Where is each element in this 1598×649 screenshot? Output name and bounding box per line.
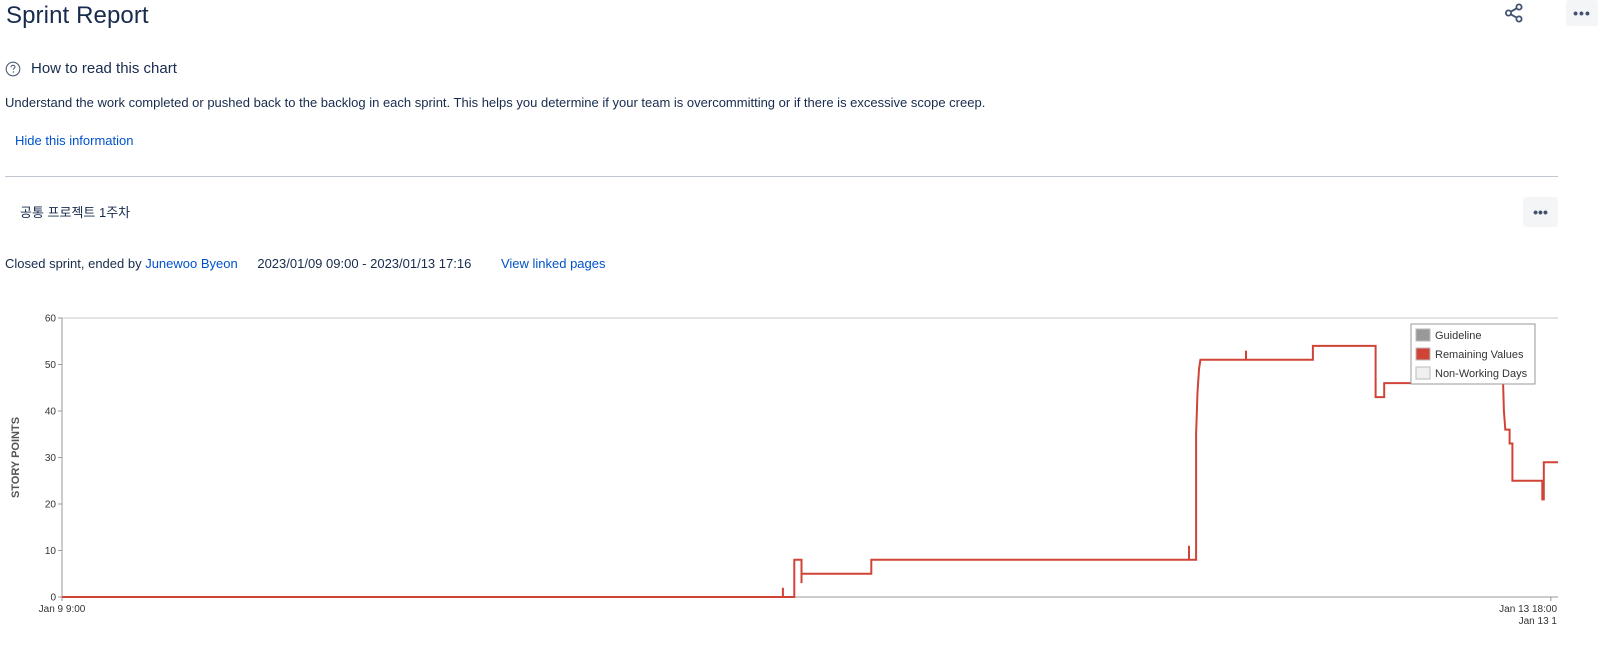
ended-by-link[interactable]: Junewoo Byeon bbox=[145, 256, 238, 271]
chart-legend: Guideline Remaining Values Non-Working Day… bbox=[1410, 323, 1536, 385]
sprint-more-button[interactable]: ••• bbox=[1523, 197, 1558, 227]
legend-swatch bbox=[1415, 347, 1431, 361]
y-tick-label: 50 bbox=[45, 360, 57, 371]
y-tick-label: 30 bbox=[45, 453, 57, 464]
x-axis: Jan 9 9:00 Jan 13 18:00Jan 13 1 bbox=[39, 596, 1558, 627]
remaining-values-line bbox=[62, 344, 1558, 598]
burndown-chart: 0102030405060STORY POINTS Jan 9 9:00 Jan … bbox=[10, 314, 1558, 627]
legend-swatch bbox=[1415, 328, 1431, 342]
legend-swatch bbox=[1415, 366, 1431, 380]
hide-information-link[interactable]: Hide this information bbox=[15, 133, 134, 148]
page-title: Sprint Report bbox=[6, 2, 149, 29]
y-tick-label: 0 bbox=[50, 593, 56, 604]
y-tick-label: 10 bbox=[45, 546, 57, 557]
more-actions-button[interactable]: ••• bbox=[1566, 0, 1598, 26]
help-section: How to read this chart bbox=[5, 60, 177, 77]
y-axis: 0 10 20 30 40 50 60 STORY POINTS bbox=[10, 314, 1558, 604]
divider bbox=[5, 176, 1558, 177]
sprint-info: Closed sprint, ended by Junewoo Byeon 20… bbox=[5, 256, 606, 271]
y-tick-label: 40 bbox=[45, 407, 57, 418]
x-tick-label: Jan 13 18:00 bbox=[1499, 604, 1557, 615]
chart-series bbox=[62, 344, 1558, 598]
help-title: How to read this chart bbox=[31, 60, 177, 77]
legend-label: Remaining Values bbox=[1435, 349, 1524, 361]
x-tick-label: Jan 13 1 bbox=[1519, 616, 1558, 627]
view-linked-pages-link[interactable]: View linked pages bbox=[501, 256, 606, 271]
y-tick-label: 20 bbox=[45, 500, 57, 511]
y-tick-label: 60 bbox=[45, 314, 57, 325]
sprint-selector[interactable]: 공통 프로젝트 1주차 bbox=[20, 202, 130, 221]
y-axis-label: STORY POINTS bbox=[10, 417, 22, 498]
legend-label: Non-Working Days bbox=[1435, 368, 1528, 380]
x-tick-label: Jan 9 9:00 bbox=[39, 604, 86, 615]
sprint-status: Closed sprint, ended by bbox=[5, 256, 146, 271]
help-description: Understand the work completed or pushed … bbox=[5, 95, 986, 110]
sprint-dates: 2023/01/09 09:00 - 2023/01/13 17:16 bbox=[257, 256, 472, 271]
share-button[interactable] bbox=[1500, 0, 1528, 26]
legend-label: Guideline bbox=[1435, 330, 1481, 342]
share-icon bbox=[1505, 3, 1523, 23]
question-circle-icon bbox=[5, 61, 21, 76]
